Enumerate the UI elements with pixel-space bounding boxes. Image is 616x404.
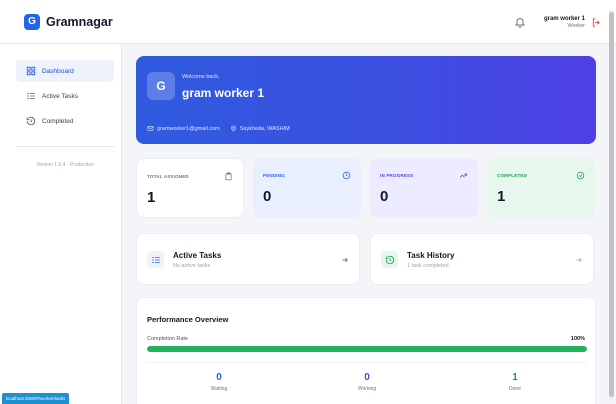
stat-value: 0 — [380, 188, 389, 205]
perf-stat-value: 0 — [364, 372, 370, 383]
active-tasks-icon-box — [147, 251, 164, 268]
perf-stat-done: 1 Done — [485, 372, 545, 392]
stat-label: TOTAL ASSIGNED — [147, 174, 189, 179]
user-name: gram worker 1 — [543, 15, 585, 22]
stat-card-in-progress: IN PROGRESS 0 — [370, 158, 478, 218]
grid-icon — [26, 66, 36, 76]
brand-name: Gramnagar — [46, 14, 113, 29]
task-history-card[interactable]: Task History 1 task completed — [370, 233, 594, 285]
stat-label: COMPLETED — [497, 173, 528, 178]
stat-card-pending: PENDING 0 — [253, 158, 361, 218]
trend-icon — [459, 173, 467, 178]
bell-icon[interactable] — [514, 16, 526, 28]
user-info[interactable]: gram worker 1 Worker — [544, 16, 585, 29]
history-icon — [26, 116, 36, 126]
user-location: Saykheda, WASHIM — [239, 125, 290, 132]
mail-icon — [147, 126, 154, 131]
brand[interactable]: G Gramnagar — [24, 13, 113, 30]
completion-rate-value: 100% — [570, 336, 585, 342]
active-tasks-card[interactable]: Active Tasks No active tasks — [136, 233, 360, 285]
perf-stat-label: Waiting — [210, 386, 228, 392]
perf-stat-working: 0 Working — [337, 372, 397, 392]
stat-value: 0 — [263, 188, 272, 205]
stat-card-completed: COMPLETED 1 — [487, 158, 595, 218]
user-role: Worker — [567, 22, 585, 29]
clipboard-icon — [225, 172, 232, 181]
arrow-right-icon — [342, 257, 348, 263]
completion-progress-fill — [147, 346, 587, 352]
stat-card-total-assigned: TOTAL ASSIGNED 1 — [136, 158, 244, 218]
status-url: localhost:3000/#/worker/tasks — [2, 393, 70, 404]
perf-stat-waiting: 0 Waiting — [189, 372, 249, 392]
task-history-subtitle: 1 task completed — [407, 263, 449, 269]
sidebar-item-active-tasks[interactable]: Active Tasks — [16, 85, 114, 107]
sidebar-divider — [16, 146, 114, 147]
completion-rate-label: Completion Rate — [147, 336, 188, 342]
stat-label: PENDING — [263, 173, 285, 178]
performance-divider — [147, 362, 587, 363]
completion-progress-bar — [147, 346, 587, 352]
performance-title: Performance Overview — [147, 315, 229, 324]
brand-logo: G — [24, 13, 40, 30]
sidebar: Dashboard Active Tasks Completed Version… — [0, 44, 122, 404]
user-meta: gramworker1@gmail.com Saykheda, WASHIM — [147, 125, 290, 132]
check-circle-icon — [576, 171, 585, 180]
sidebar-item-label: Dashboard — [42, 67, 74, 75]
perf-stat-label: Done — [509, 386, 521, 392]
active-tasks-title: Active Tasks — [173, 251, 222, 260]
user-email: gramworker1@gmail.com — [157, 125, 220, 132]
welcome-text: Welcome back, — [182, 74, 220, 80]
arrow-right-icon — [576, 257, 582, 263]
page-scrollbar[interactable] — [609, 10, 614, 400]
top-bar: G Gramnagar gram worker 1 Worker — [0, 0, 616, 44]
perf-stat-label: Working — [357, 386, 377, 392]
welcome-name: gram worker 1 — [182, 86, 265, 100]
top-right-actions: gram worker 1 Worker — [514, 0, 602, 44]
list-icon — [151, 256, 160, 263]
clock-icon — [342, 171, 351, 180]
perf-stat-value: 1 — [512, 372, 518, 383]
perf-stat-value: 0 — [216, 372, 222, 383]
stat-value: 1 — [147, 189, 156, 206]
list-icon — [27, 93, 35, 99]
sidebar-item-label: Completed — [42, 117, 74, 125]
active-tasks-subtitle: No active tasks — [173, 263, 211, 269]
stat-label: IN PROGRESS — [380, 173, 414, 178]
stat-value: 1 — [497, 188, 506, 205]
sidebar-item-dashboard[interactable]: Dashboard — [16, 60, 114, 82]
sidebar-item-label: Active Tasks — [42, 92, 79, 100]
sidebar-item-completed[interactable]: Completed — [16, 110, 114, 132]
logout-icon[interactable] — [591, 17, 602, 28]
pin-icon — [230, 125, 236, 132]
task-history-icon-box — [381, 251, 398, 268]
scrollbar-thumb[interactable] — [609, 12, 614, 397]
avatar: G — [147, 72, 175, 100]
version-label: Version 1.0.4 - Production — [36, 162, 94, 168]
task-history-title: Task History — [407, 251, 455, 260]
welcome-card: G Welcome back, gram worker 1 gramworker… — [136, 56, 596, 144]
performance-overview: Performance Overview Completion Rate 100… — [136, 297, 596, 404]
history-icon — [385, 255, 394, 264]
